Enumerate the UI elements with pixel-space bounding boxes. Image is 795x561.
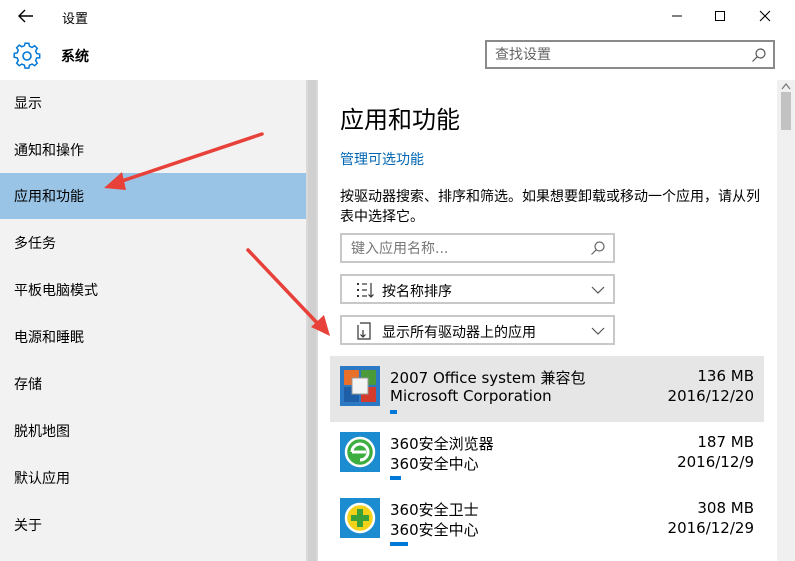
sidebar-item-label: 默认应用: [14, 471, 70, 487]
sort-dropdown-label: 按名称排序: [382, 284, 452, 300]
scroll-up-icon[interactable]: [781, 82, 791, 90]
maximize-icon: [715, 11, 725, 21]
drive-filter-dropdown[interactable]: 显示所有驱动器上的应用: [340, 315, 615, 345]
drive-filter-icon: [357, 322, 371, 340]
sidebar-item-label: 关于: [14, 518, 42, 534]
sort-dropdown[interactable]: 按名称排序: [340, 274, 615, 304]
sidebar-item-display[interactable]: 显示: [0, 80, 306, 126]
sidebar-item-multitasking[interactable]: 多任务: [0, 220, 306, 266]
sidebar-item-label: 脱机地图: [14, 424, 70, 440]
sidebar-item-label: 应用和功能: [14, 189, 84, 205]
manage-optional-features-link[interactable]: 管理可选功能: [340, 149, 424, 169]
window-title: 设置: [62, 12, 89, 27]
app-size: 136 MB: [697, 367, 754, 385]
back-button[interactable]: [8, 2, 44, 30]
description-text: 按驱动器搜索、排序和筛选。如果想要卸载或移动一个应用，请从列表中选择它。: [340, 189, 760, 225]
sidebar-item-notifications[interactable]: 通知和操作: [0, 127, 306, 173]
app-size-bar: [390, 542, 408, 546]
app-name: 360安全浏览器: [390, 435, 494, 453]
sidebar-item-label: 显示: [14, 96, 42, 112]
app-publisher: 360安全中心: [390, 521, 479, 539]
app-list-item[interactable]: 360安全浏览器 360安全中心 187 MB 2016/12/9: [330, 422, 764, 488]
search-icon[interactable]: [590, 240, 606, 256]
main-scrollbar[interactable]: [777, 80, 795, 561]
maximize-button[interactable]: [697, 0, 743, 32]
app-name: 2007 Office system 兼容包: [390, 369, 586, 387]
app-size: 187 MB: [697, 433, 754, 451]
page-title: 应用和功能: [340, 106, 460, 134]
app-size-bar: [390, 476, 401, 480]
sidebar-item-label: 电源和睡眠: [14, 330, 84, 346]
close-icon: [759, 10, 771, 22]
minimize-button[interactable]: [654, 0, 700, 32]
minimize-icon: [672, 15, 682, 17]
app-size: 308 MB: [697, 499, 754, 517]
section-title: 系统: [61, 49, 89, 65]
main-panel: 应用和功能 管理可选功能 按驱动器搜索、排序和筛选。如果想要卸载或移动一个应用，…: [318, 80, 777, 561]
back-arrow-icon: [18, 9, 33, 23]
sidebar-item-apps-features[interactable]: 应用和功能: [0, 173, 306, 219]
sidebar-scrollbar[interactable]: [306, 80, 318, 561]
app-publisher: Microsoft Corporation: [390, 387, 552, 405]
search-icon[interactable]: [751, 47, 767, 63]
sidebar-item-default-apps[interactable]: 默认应用: [0, 455, 306, 501]
app-search-box[interactable]: [340, 233, 615, 263]
title-bar: 设置: [0, 0, 795, 32]
header: 系统: [0, 32, 795, 80]
office-icon: [340, 366, 380, 406]
sidebar-item-power-sleep[interactable]: 电源和睡眠: [0, 314, 306, 360]
360-browser-icon: [340, 432, 380, 472]
app-size-bar: [390, 410, 397, 414]
sidebar-item-storage[interactable]: 存储: [0, 361, 306, 407]
settings-search-input[interactable]: [495, 45, 735, 65]
sidebar-item-label: 多任务: [14, 236, 56, 252]
sidebar-item-label: 通知和操作: [14, 143, 84, 159]
close-button[interactable]: [742, 0, 788, 32]
sidebar-item-label: 存储: [14, 377, 42, 393]
sidebar: 显示 通知和操作 应用和功能 多任务 平板电脑模式 电源和睡眠 存储 脱机地图 …: [0, 80, 306, 561]
sidebar-item-about[interactable]: 关于: [0, 502, 306, 548]
app-list-item[interactable]: 360安全卫士 360安全中心 308 MB 2016/12/29: [330, 488, 764, 554]
gear-icon: [13, 42, 41, 69]
sidebar-item-tablet-mode[interactable]: 平板电脑模式: [0, 267, 306, 313]
chevron-down-icon: [591, 327, 605, 335]
app-name: 360安全卫士: [390, 501, 479, 519]
app-publisher: 360安全中心: [390, 455, 479, 473]
settings-search-box[interactable]: [485, 40, 775, 69]
sidebar-item-label: 平板电脑模式: [14, 283, 98, 299]
360-safe-icon: [340, 498, 380, 538]
app-search-input[interactable]: [351, 239, 581, 259]
main-scrollbar-thumb[interactable]: [781, 92, 791, 130]
sidebar-item-offline-maps[interactable]: 脱机地图: [0, 408, 306, 454]
drive-filter-label: 显示所有驱动器上的应用: [382, 325, 536, 341]
app-install-date: 2016/12/20: [667, 387, 754, 405]
sidebar-scrollbar-thumb[interactable]: [308, 80, 316, 561]
app-install-date: 2016/12/9: [677, 453, 754, 471]
app-list-item[interactable]: 2007 Office system 兼容包 Microsoft Corpora…: [330, 356, 764, 422]
sort-list-icon: [357, 283, 374, 298]
app-install-date: 2016/12/29: [667, 519, 754, 537]
chevron-down-icon: [591, 286, 605, 294]
